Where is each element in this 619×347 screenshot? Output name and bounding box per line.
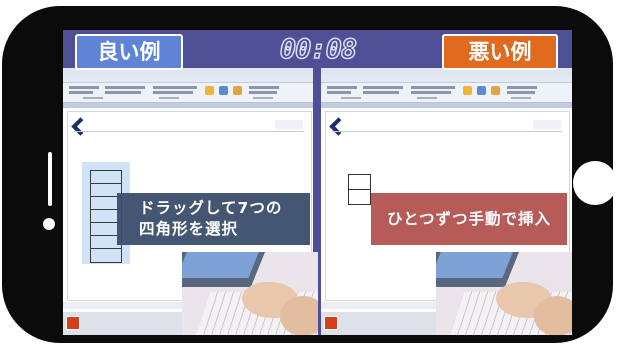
ribbon-toolbar[interactable] bbox=[63, 83, 313, 103]
elapsed-timer: 00:08 bbox=[279, 33, 358, 66]
bad-example-badge: 悪い例 bbox=[442, 34, 558, 70]
ruler-strip bbox=[321, 103, 572, 108]
good-example-caption: ドラッグして7つの 四角形を選択 bbox=[117, 193, 310, 245]
phone-side-line bbox=[48, 152, 52, 206]
slide-logo bbox=[275, 120, 303, 129]
laptop-keyboard-photo bbox=[182, 252, 318, 335]
caption-line: 四角形を選択 bbox=[139, 220, 239, 238]
ruler-strip bbox=[63, 103, 313, 108]
powerpoint-icon[interactable] bbox=[324, 316, 338, 330]
slide-divider bbox=[74, 131, 304, 132]
ribbon-tabs[interactable] bbox=[63, 75, 313, 83]
powerpoint-icon[interactable] bbox=[66, 316, 80, 330]
slide-divider bbox=[332, 131, 562, 132]
ribbon-toolbar[interactable] bbox=[321, 83, 572, 103]
chevron-left-icon bbox=[71, 117, 90, 136]
video-screen: 良い例 00:08 悪い例 ドラッグして7つの 四角形を選択 ひとつずつ手動で挿… bbox=[63, 30, 572, 335]
good-example-badge: 良い例 bbox=[75, 34, 183, 70]
caption-line: ドラッグして7つの bbox=[139, 199, 283, 217]
laptop-keyboard-photo bbox=[436, 252, 572, 335]
home-button[interactable] bbox=[573, 161, 617, 205]
ribbon-tabs[interactable] bbox=[321, 75, 572, 83]
bad-example-caption: ひとつずつ手動で挿入 bbox=[371, 193, 567, 245]
rectangle-shape[interactable] bbox=[348, 189, 371, 205]
slide-logo bbox=[533, 120, 561, 129]
phone-side-dot bbox=[43, 218, 55, 230]
chevron-left-icon bbox=[329, 117, 348, 136]
rectangle-shape[interactable] bbox=[90, 248, 122, 263]
rectangle-shape[interactable] bbox=[348, 174, 371, 190]
